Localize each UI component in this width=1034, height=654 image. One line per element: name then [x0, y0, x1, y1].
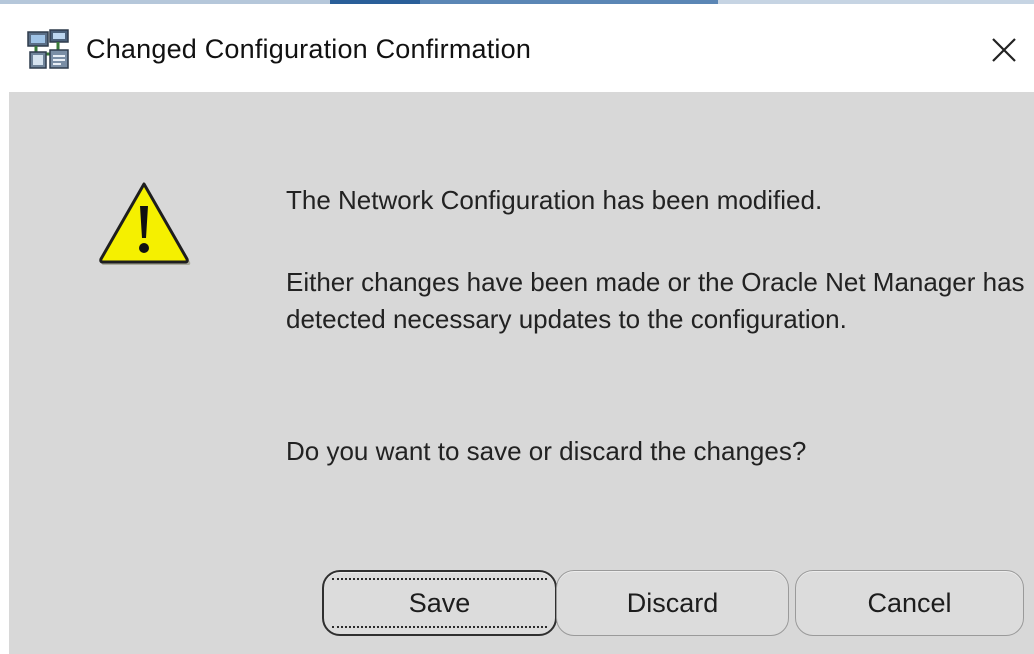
message-question: Do you want to save or discard the chang…	[286, 436, 807, 466]
confirmation-dialog: Changed Configuration Confirmation The N…	[0, 0, 1034, 654]
network-config-app-icon	[26, 28, 72, 72]
dialog-body: The Network Configuration has been modif…	[9, 92, 1034, 654]
discard-button[interactable]: Discard	[556, 570, 789, 636]
warning-icon	[96, 180, 192, 266]
cancel-button-label: Cancel	[867, 587, 952, 618]
close-button[interactable]	[982, 28, 1026, 72]
save-button[interactable]: Save	[322, 570, 557, 636]
message-line-2: Either changes have been made or the Ora…	[286, 267, 1025, 334]
dialog-title: Changed Configuration Confirmation	[86, 34, 532, 64]
message-line-1: The Network Configuration has been modif…	[286, 185, 823, 215]
close-icon	[992, 38, 1016, 62]
title-bar[interactable]: Changed Configuration Confirmation	[0, 6, 1034, 92]
save-button-label: Save	[408, 587, 471, 618]
discard-button-label: Discard	[626, 587, 719, 618]
cancel-button[interactable]: Cancel	[795, 570, 1024, 636]
